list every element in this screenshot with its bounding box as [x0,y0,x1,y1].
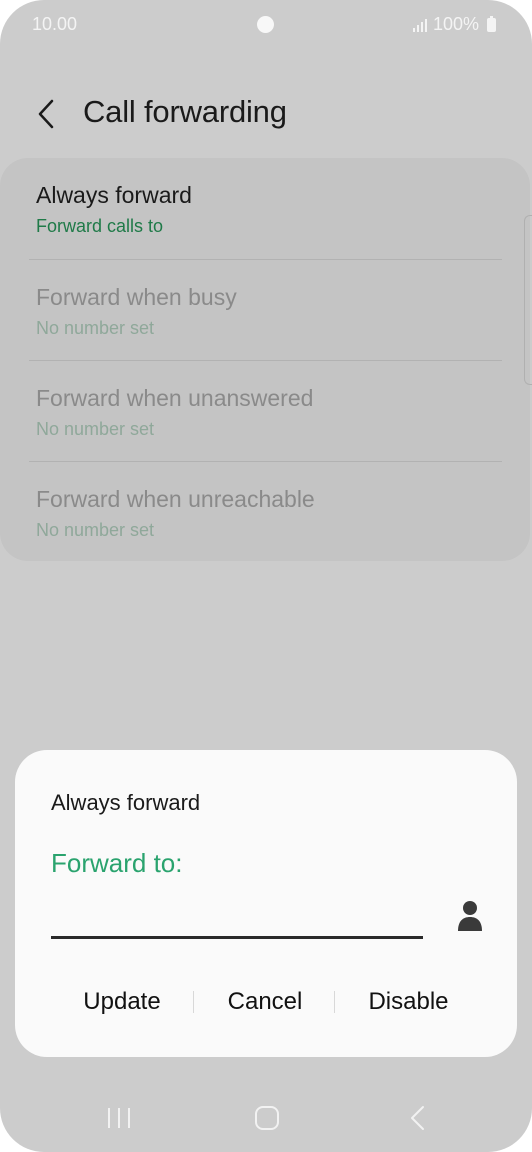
disable-button[interactable]: Disable [351,980,466,1024]
option-title: Forward when unreachable [36,486,315,512]
update-button[interactable]: Update [67,980,177,1024]
recent-apps-icon [108,1108,130,1128]
option-forward-when-unanswered[interactable]: Forward when unanswered No number set [0,360,530,460]
battery-icon [487,15,496,32]
page-title: Call forwarding [83,94,287,129]
dialog-actions: Update Cancel Disable [15,980,517,1024]
option-subtitle: No number set [36,520,155,540]
dialog-title: Always forward [51,790,201,815]
always-forward-dialog: Always forward Forward to: Update Cancel… [15,750,517,1057]
button-separator [334,991,335,1013]
forward-to-label: Forward to: [51,848,183,878]
contact-person-icon [458,901,482,931]
forwarding-options-card: Always forward Forward calls to Forward … [0,158,530,561]
nav-back-button[interactable] [398,1102,438,1134]
front-camera [257,16,274,33]
option-subtitle: Forward calls to [36,216,164,236]
cancel-button[interactable]: Cancel [210,980,320,1024]
recent-apps-button[interactable] [99,1102,139,1134]
status-time: 10.00 [32,14,78,34]
option-always-forward[interactable]: Always forward Forward calls to [0,158,530,258]
battery-percentage: 100% [432,14,479,34]
contact-picker-button[interactable] [453,898,487,934]
back-button[interactable] [30,90,66,134]
option-title: Forward when busy [36,284,237,310]
home-button[interactable] [247,1102,287,1134]
option-subtitle: No number set [36,419,155,439]
back-arrow-icon [38,99,54,129]
signal-icon [412,18,427,32]
option-forward-when-busy[interactable]: Forward when busy No number set [0,259,530,359]
nav-back-icon [411,1106,424,1130]
scrollbar[interactable] [524,215,532,385]
navigation-bar [0,1088,532,1148]
forward-number-input[interactable] [51,898,423,939]
app-header: Call forwarding [0,86,532,138]
option-forward-when-unreachable[interactable]: Forward when unreachable No number set [0,461,530,561]
option-title: Forward when unanswered [36,385,314,411]
phone-screen: 10.00 100% Call forwarding Always forwar… [0,0,532,1152]
status-icons: 100% [412,14,496,35]
status-bar: 10.00 100% [0,0,532,52]
option-title: Always forward [36,182,192,208]
button-separator [193,991,194,1013]
home-icon [255,1106,279,1130]
option-subtitle: No number set [36,318,155,338]
